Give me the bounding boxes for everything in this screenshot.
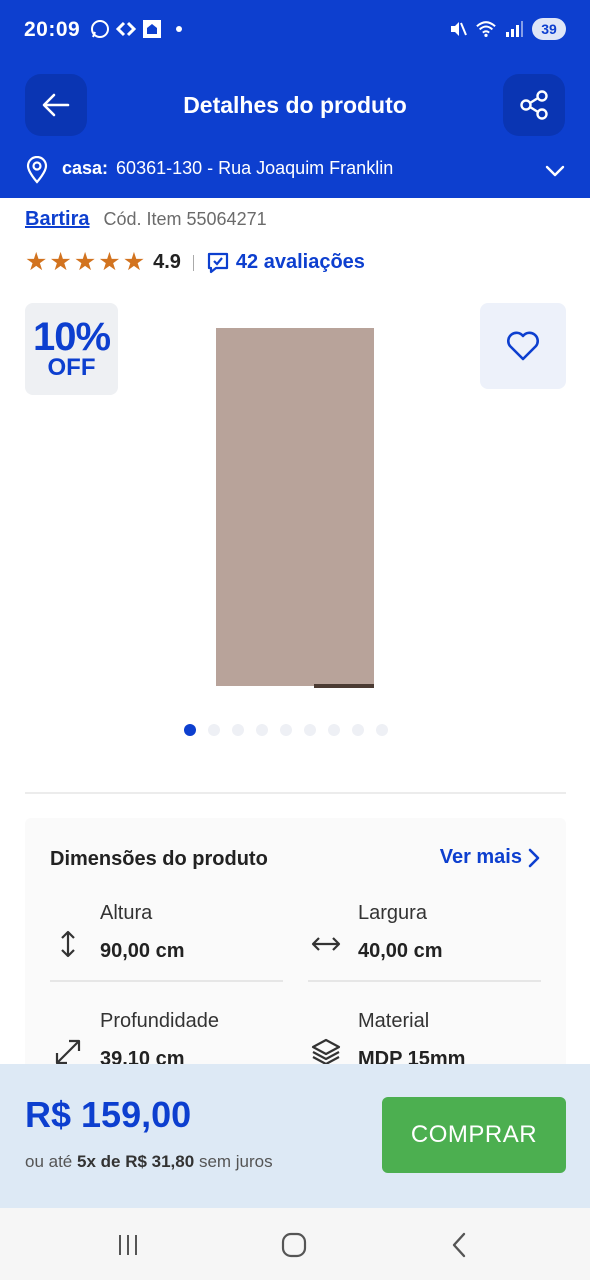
whatsapp-icon xyxy=(90,19,110,39)
share-icon xyxy=(520,90,548,120)
location-pin-icon xyxy=(26,155,48,189)
status-bar: 20:09 39 xyxy=(0,0,590,64)
back-nav-button[interactable] xyxy=(445,1230,475,1260)
review-chat-icon xyxy=(207,252,229,273)
dimension-label: Largura xyxy=(358,902,427,924)
dimensions-title: Dimensões do produto xyxy=(50,848,268,870)
star-icon: ★ xyxy=(122,248,146,276)
rating-separator xyxy=(192,254,194,271)
address-value: 60361-130 - Rua Joaquim Franklin xyxy=(116,158,394,178)
carousel-dot[interactable] xyxy=(256,724,268,736)
dimension-label: Profundidade xyxy=(100,1010,219,1032)
width-arrows-icon xyxy=(308,926,344,962)
dimension-width: Largura 40,00 cm xyxy=(308,902,541,992)
door-handle xyxy=(314,684,374,688)
dimension-divider xyxy=(50,980,283,982)
rating-row: ★ ★ ★ ★ ★ 4.9 42 avaliações xyxy=(25,250,365,275)
home-icon xyxy=(281,1232,307,1258)
signal-icon xyxy=(504,19,524,39)
dimension-value: 40,00 cm xyxy=(358,940,443,962)
discount-percent: 10% xyxy=(32,315,111,359)
chevron-right-icon xyxy=(528,848,540,867)
installments-suffix: sem juros xyxy=(198,1152,273,1171)
status-time: 20:09 xyxy=(24,18,81,41)
reviews-count: 42 avaliações xyxy=(235,251,365,273)
home-app-icon xyxy=(142,19,162,39)
product-image[interactable] xyxy=(216,328,374,688)
carousel-dot[interactable] xyxy=(184,724,196,736)
dimensions-card: Dimensões do produto Ver mais Altura 90,… xyxy=(25,818,566,1078)
height-arrows-icon xyxy=(50,926,86,962)
notification-icons xyxy=(90,19,182,39)
rating-stars: ★ ★ ★ ★ ★ xyxy=(25,250,145,275)
carousel-dot[interactable] xyxy=(280,724,292,736)
carousel-dot[interactable] xyxy=(208,724,220,736)
home-button[interactable] xyxy=(279,1230,309,1260)
share-button[interactable] xyxy=(503,74,565,136)
back-icon xyxy=(452,1232,466,1258)
see-more-link[interactable]: Ver mais xyxy=(440,846,542,869)
image-carousel-dots xyxy=(184,724,388,736)
item-code: Cód. Item 55064271 xyxy=(103,209,267,229)
system-icons: 39 xyxy=(448,18,566,40)
carousel-dot[interactable] xyxy=(352,724,364,736)
recent-apps-icon xyxy=(119,1235,137,1255)
installments-prefix: ou até xyxy=(25,1152,73,1171)
buy-button[interactable]: COMPRAR xyxy=(382,1097,566,1173)
price-bar: R$ 159,00 ou até 5x de R$ 31,80 sem juro… xyxy=(0,1064,590,1208)
page-title: Detalhes do produto xyxy=(183,92,407,118)
discount-badge: 10% OFF xyxy=(25,303,118,395)
dimension-label: Material xyxy=(358,1010,430,1032)
carousel-dot[interactable] xyxy=(328,724,340,736)
reviews-link[interactable]: 42 avaliações xyxy=(206,251,365,275)
system-nav-bar xyxy=(0,1208,590,1280)
mute-vibrate-icon xyxy=(448,19,468,39)
carousel-dot[interactable] xyxy=(376,724,388,736)
see-more-label: Ver mais xyxy=(439,846,522,868)
recent-apps-button[interactable] xyxy=(113,1230,143,1260)
brand-link[interactable]: Bartira xyxy=(25,208,89,231)
wifi-icon xyxy=(476,19,496,39)
address-text: casa: 60361-130 - Rua Joaquim Franklin xyxy=(62,158,393,179)
more-notifications-dot xyxy=(176,26,182,32)
dimension-value: 90,00 cm xyxy=(100,940,185,962)
carousel-dot[interactable] xyxy=(304,724,316,736)
carrefour-icon xyxy=(116,19,136,39)
carousel-dot[interactable] xyxy=(232,724,244,736)
dimension-height: Altura 90,00 cm xyxy=(50,902,283,992)
price: R$ 159,00 xyxy=(25,1094,192,1135)
discount-off-label: OFF xyxy=(47,354,96,381)
star-icon: ★ xyxy=(25,248,48,276)
rating-value: 4.9 xyxy=(153,251,181,273)
section-divider xyxy=(25,792,566,794)
battery-icon: 39 xyxy=(532,18,566,40)
chevron-down-icon xyxy=(544,160,566,187)
star-icon: ★ xyxy=(98,248,121,276)
star-icon: ★ xyxy=(49,248,72,276)
installments-value: 5x de R$ 31,80 xyxy=(77,1152,195,1171)
delivery-address-bar[interactable]: casa: 60361-130 - Rua Joaquim Franklin xyxy=(0,148,590,198)
app-header: Detalhes do produto xyxy=(0,64,590,148)
heart-icon xyxy=(507,331,539,361)
address-label: casa: xyxy=(62,158,109,178)
favorite-button[interactable] xyxy=(480,303,566,389)
star-icon: ★ xyxy=(73,248,97,276)
dimension-divider xyxy=(308,980,541,982)
installments-text: ou até 5x de R$ 31,80 sem juros xyxy=(25,1152,273,1172)
brand-row: Bartira Cód. Item 55064271 xyxy=(25,208,267,231)
dimension-label: Altura xyxy=(100,902,153,924)
